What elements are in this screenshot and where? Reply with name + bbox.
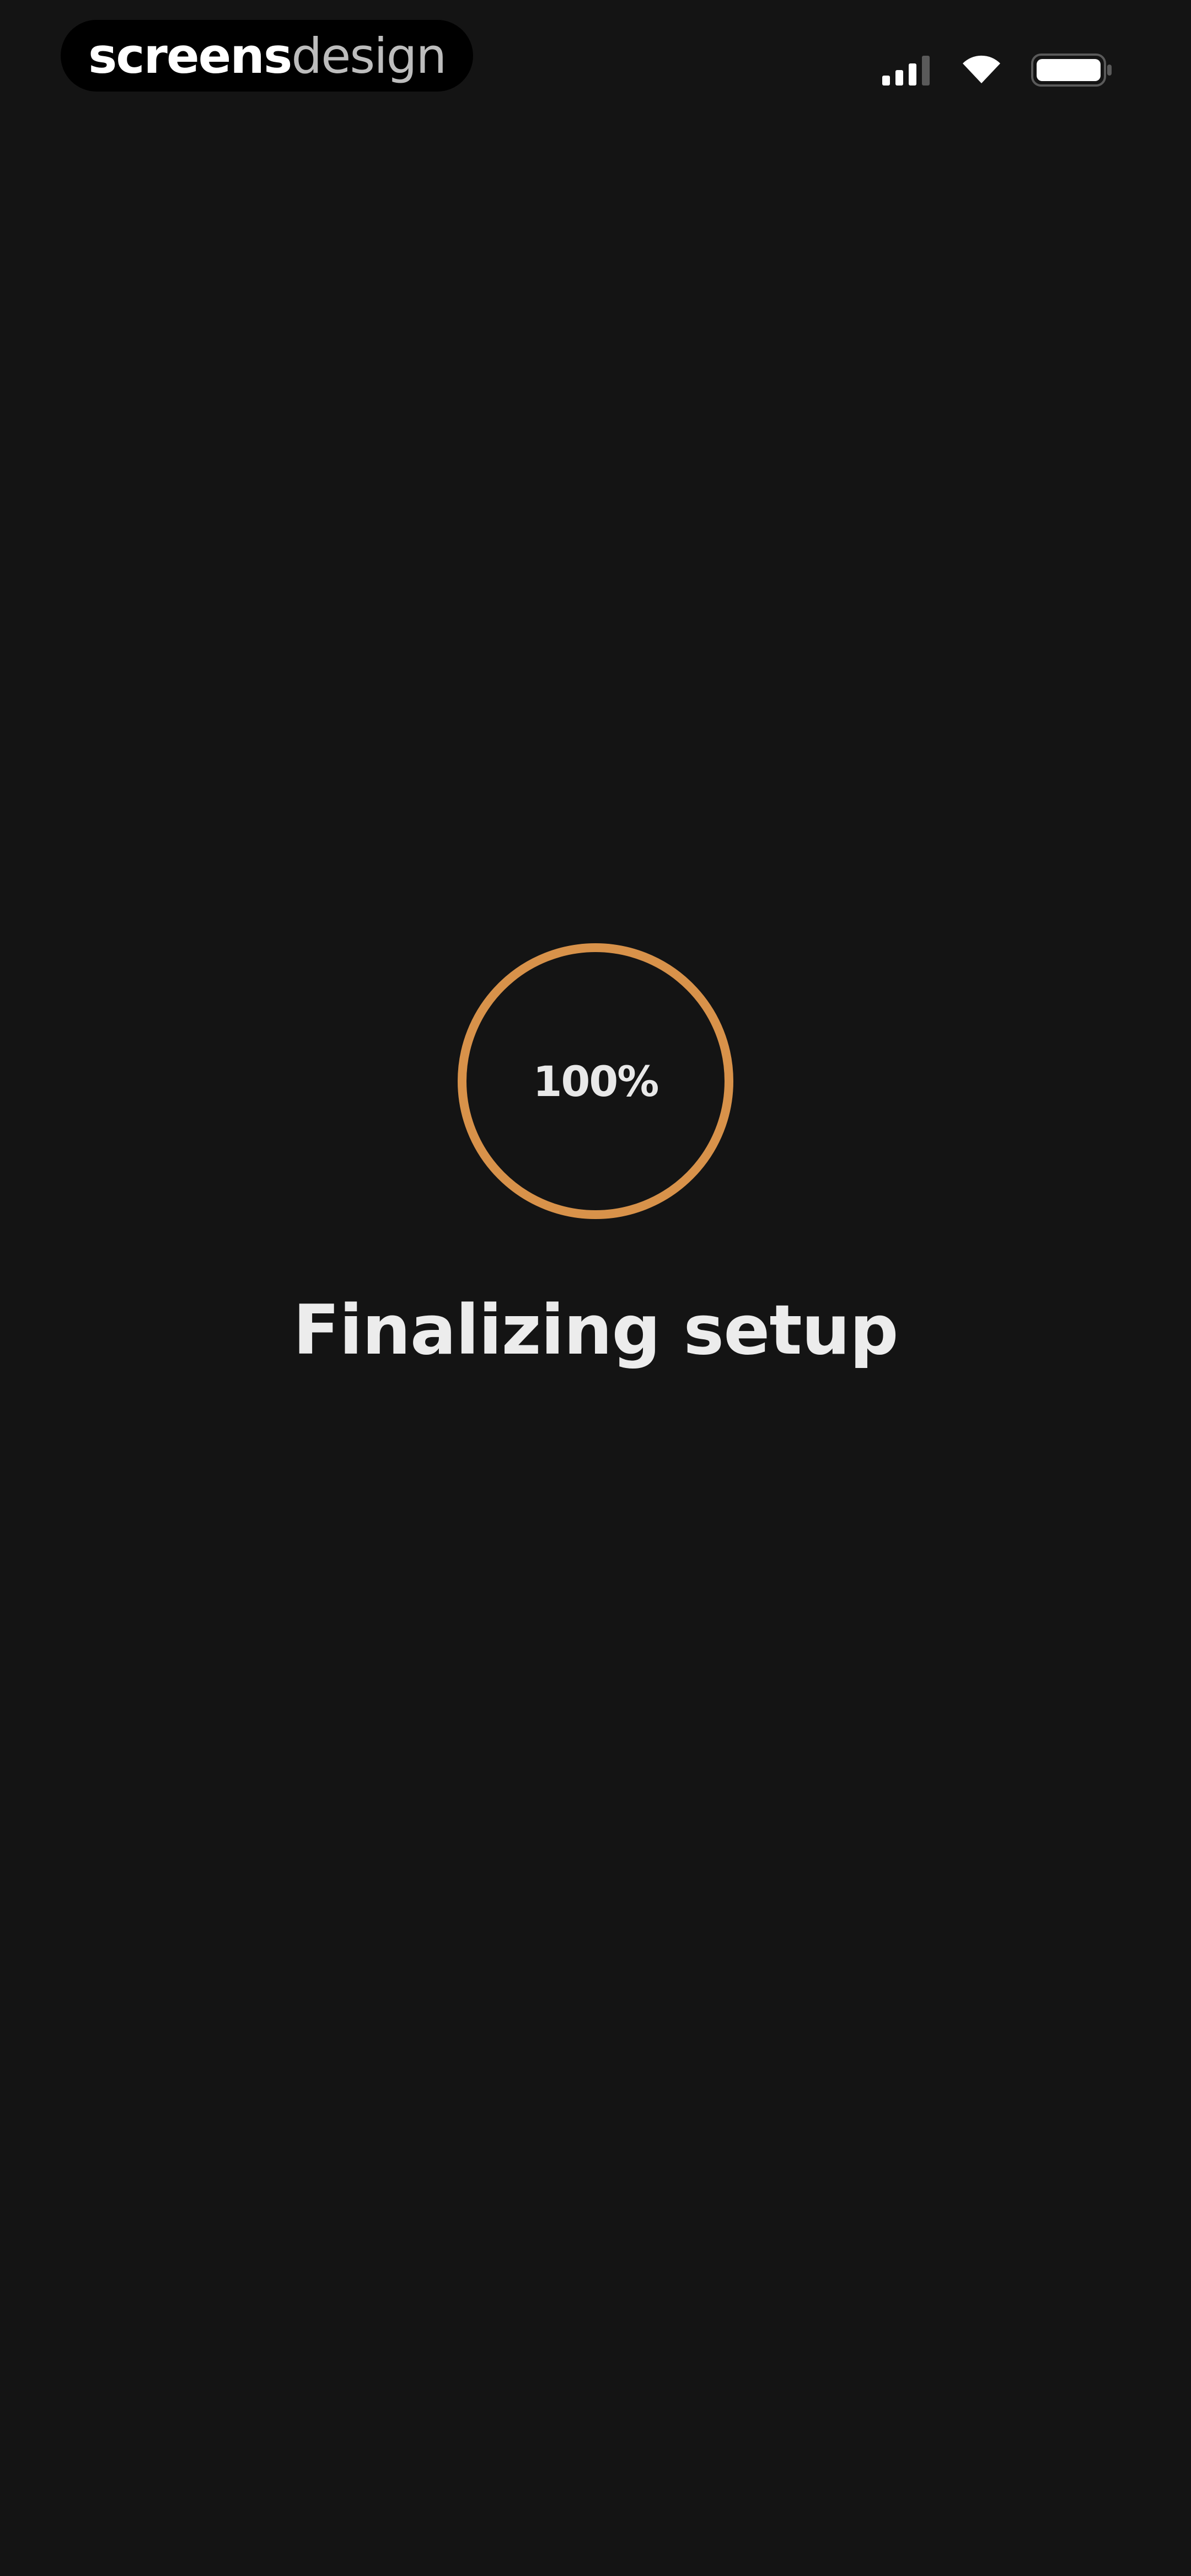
cellular-signal-icon — [882, 55, 932, 85]
setup-screen: screens design 100% Finalizing setup — [0, 0, 1191, 2576]
status-bar: screens design — [0, 0, 1191, 132]
brand-strong-text: screens — [88, 27, 292, 84]
progress-ring: 100% — [452, 938, 739, 1225]
battery-icon — [1031, 52, 1114, 88]
progress-percent: 100% — [533, 1056, 659, 1106]
wifi-icon — [961, 55, 1002, 85]
brand-watermark: screens design — [61, 20, 474, 92]
page-title: Finalizing setup — [293, 1291, 898, 1370]
brand-light-text: design — [291, 27, 447, 84]
status-icons — [882, 51, 1114, 89]
